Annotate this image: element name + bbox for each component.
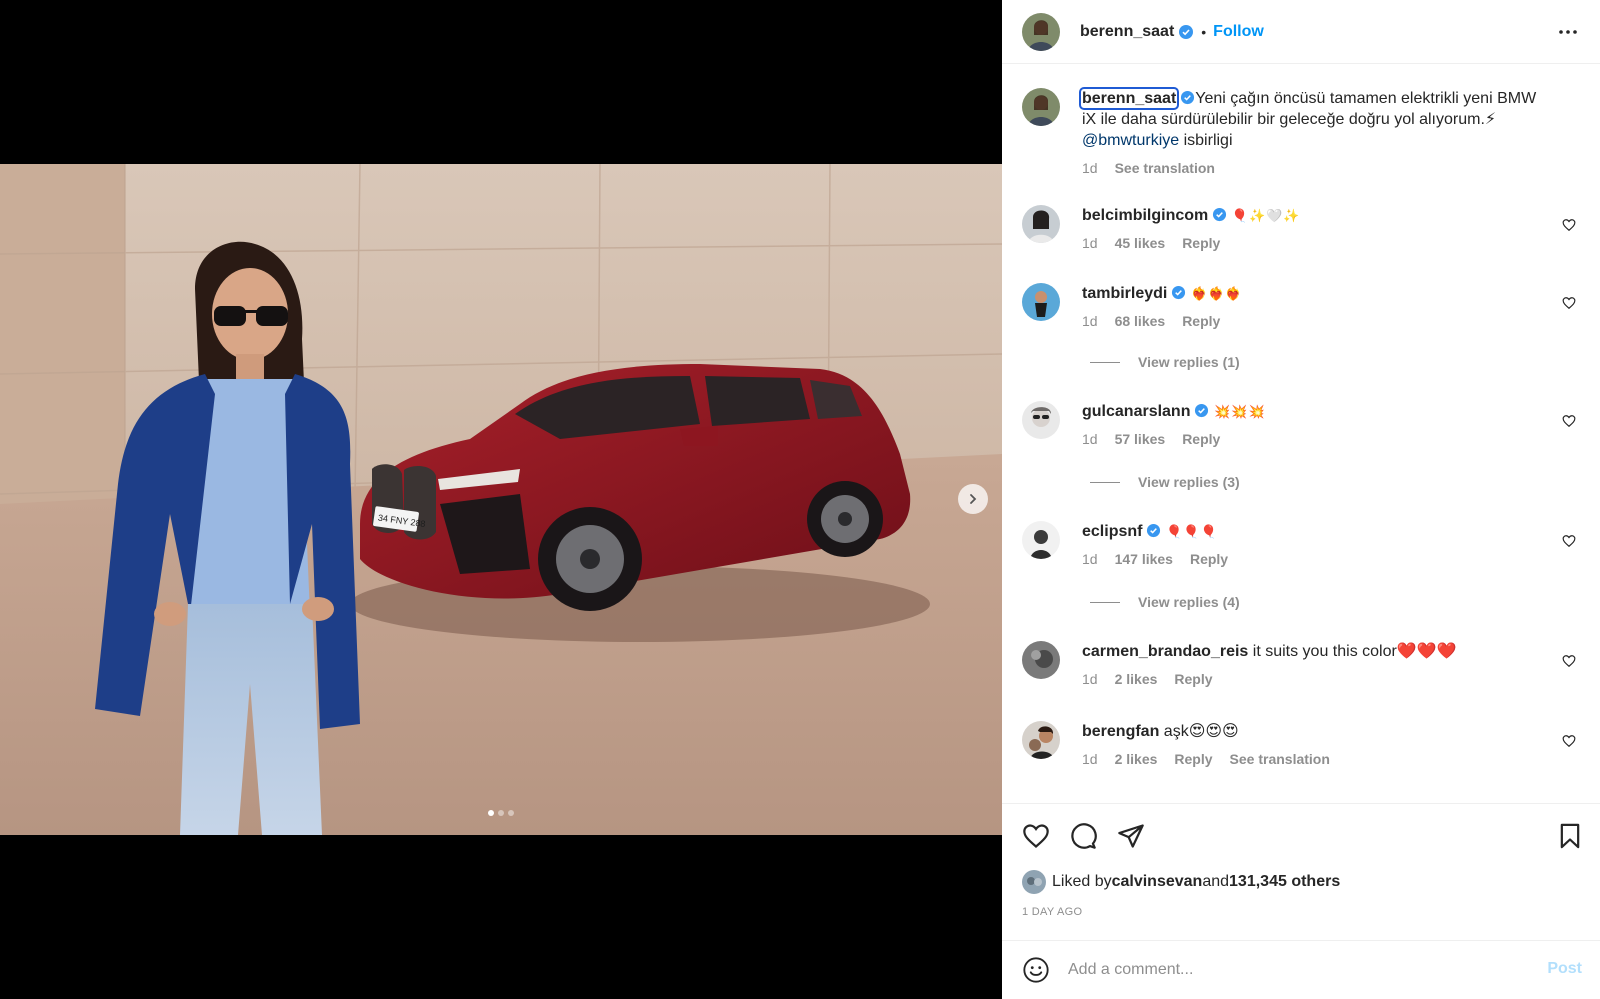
reply-button[interactable]: Reply (1174, 671, 1212, 687)
comment-composer: Post (1002, 940, 1600, 999)
caption-meta: 1d See translation (1082, 160, 1542, 176)
carousel-dot (508, 810, 514, 816)
comment-text: 💥💥💥 (1209, 404, 1266, 419)
divider-line (1090, 481, 1120, 483)
comment-time: 1d (1082, 313, 1098, 329)
heart-icon[interactable] (1562, 218, 1576, 232)
comment-likes[interactable]: 45 likes (1115, 235, 1166, 251)
comment-time: 1d (1082, 671, 1098, 687)
post-timestamp[interactable]: 1 DAY AGO (1022, 906, 1082, 918)
carousel-dot (498, 810, 504, 816)
avatar[interactable] (1022, 521, 1060, 559)
likes-prefix: Liked by (1052, 873, 1112, 890)
avatar[interactable] (1022, 88, 1060, 126)
verified-icon (1179, 24, 1194, 39)
post-header: berenn_saat • Follow (1002, 0, 1600, 64)
verified-icon (1195, 403, 1209, 418)
comment-username[interactable]: berengfan (1082, 723, 1159, 740)
emoji-icon[interactable] (1022, 956, 1050, 984)
reply-button[interactable]: Reply (1182, 235, 1220, 251)
comment-text: aşk😍😍😍 (1159, 723, 1239, 740)
avatar[interactable] (1022, 283, 1060, 321)
see-translation-link[interactable]: See translation (1115, 160, 1215, 176)
comment-text: ❤️‍🔥❤️‍🔥❤️‍🔥 (1186, 286, 1243, 301)
reply-button[interactable]: Reply (1182, 431, 1220, 447)
post-side-panel: berenn_saat • Follow berenn_saat Yeni çağ… (1002, 0, 1600, 999)
caption-text: berenn_saat Yeni çağın öncüsü tamamen ele… (1078, 87, 1542, 151)
chevron-right-icon (970, 494, 977, 504)
comment-text: 🎈✨🤍✨ (1227, 208, 1301, 223)
reply-button[interactable]: Reply (1182, 313, 1220, 329)
share-icon[interactable] (1117, 822, 1145, 850)
comment-text: it suits you this color❤️❤️❤️ (1248, 643, 1457, 660)
heart-icon[interactable] (1022, 822, 1050, 850)
caption-username[interactable]: berenn_saat (1078, 87, 1180, 110)
avatar[interactable] (1022, 205, 1060, 243)
comment-time: 1d (1082, 431, 1098, 447)
view-replies-label: View replies (4) (1138, 594, 1240, 610)
avatar[interactable] (1022, 721, 1060, 759)
bookmark-icon[interactable] (1556, 822, 1584, 850)
next-image-button[interactable] (958, 484, 988, 514)
reply-button[interactable]: Reply (1190, 551, 1228, 567)
post-comment-button[interactable]: Post (1547, 960, 1582, 978)
likes-middle: and (1202, 873, 1230, 890)
view-replies-button[interactable]: View replies (3) (1090, 474, 1240, 490)
verified-icon (1181, 90, 1195, 105)
post-media: 34 FNY 288 (0, 0, 1002, 999)
comment-likes[interactable]: 147 likes (1115, 551, 1173, 567)
caption-tail: isbirligi (1179, 132, 1233, 149)
comment-likes[interactable]: 2 likes (1115, 671, 1158, 687)
heart-icon[interactable] (1562, 534, 1576, 548)
comment-time: 1d (1082, 235, 1098, 251)
comment-username[interactable]: gulcanarslann (1082, 403, 1190, 420)
comment-username[interactable]: belcimbilgincom (1082, 207, 1208, 224)
carousel-dots (0, 810, 1002, 816)
comment-likes[interactable]: 57 likes (1115, 431, 1166, 447)
heart-icon[interactable] (1562, 296, 1576, 310)
divider-line (1090, 601, 1120, 603)
caption-time: 1d (1082, 160, 1098, 176)
verified-icon (1172, 285, 1186, 300)
heart-icon[interactable] (1562, 654, 1576, 668)
avatar[interactable] (1022, 401, 1060, 439)
comment-time: 1d (1082, 751, 1098, 767)
comment-likes[interactable]: 2 likes (1115, 751, 1158, 767)
likes-others[interactable]: 131,345 others (1229, 873, 1340, 891)
comments-list[interactable]: berenn_saat Yeni çağın öncüsü tamamen ele… (1002, 72, 1600, 802)
avatar[interactable] (1022, 641, 1060, 679)
avatar[interactable] (1022, 12, 1060, 51)
more-icon[interactable] (1558, 22, 1578, 42)
comment-username[interactable]: eclipsnf (1082, 523, 1142, 540)
divider-line (1090, 361, 1120, 363)
see-translation-link[interactable]: See translation (1230, 751, 1330, 767)
comment-likes[interactable]: 68 likes (1115, 313, 1166, 329)
verified-icon (1213, 207, 1227, 222)
comment-time: 1d (1082, 551, 1098, 567)
follow-button[interactable]: Follow (1213, 23, 1264, 41)
view-replies-button[interactable]: View replies (1) (1090, 354, 1240, 370)
caption-mention[interactable]: @bmwturkiye (1082, 132, 1179, 149)
separator-dot: • (1201, 23, 1207, 40)
view-replies-label: View replies (1) (1138, 354, 1240, 370)
comment-username[interactable]: tambirleydi (1082, 285, 1167, 302)
heart-icon[interactable] (1562, 734, 1576, 748)
view-replies-label: View replies (3) (1138, 474, 1240, 490)
carousel-dot-active (488, 810, 494, 816)
heart-icon[interactable] (1562, 414, 1576, 428)
comment-input[interactable] (1068, 961, 1508, 979)
avatar (1022, 870, 1046, 894)
author-username[interactable]: berenn_saat (1080, 23, 1174, 41)
verified-icon (1147, 523, 1161, 538)
likes-summary[interactable]: Liked by calvinsevan and 131,345 others (1022, 870, 1340, 894)
post-photo[interactable]: 34 FNY 288 (0, 164, 1002, 835)
liked-by-user[interactable]: calvinsevan (1112, 873, 1203, 891)
reply-button[interactable]: Reply (1174, 751, 1212, 767)
comment-icon[interactable] (1069, 822, 1097, 850)
comment-text: 🎈🎈🎈 (1161, 524, 1218, 539)
view-replies-button[interactable]: View replies (4) (1090, 594, 1240, 610)
comment-username[interactable]: carmen_brandao_reis (1082, 643, 1248, 660)
post-actions: Liked by calvinsevan and 131,345 others … (1002, 803, 1600, 941)
